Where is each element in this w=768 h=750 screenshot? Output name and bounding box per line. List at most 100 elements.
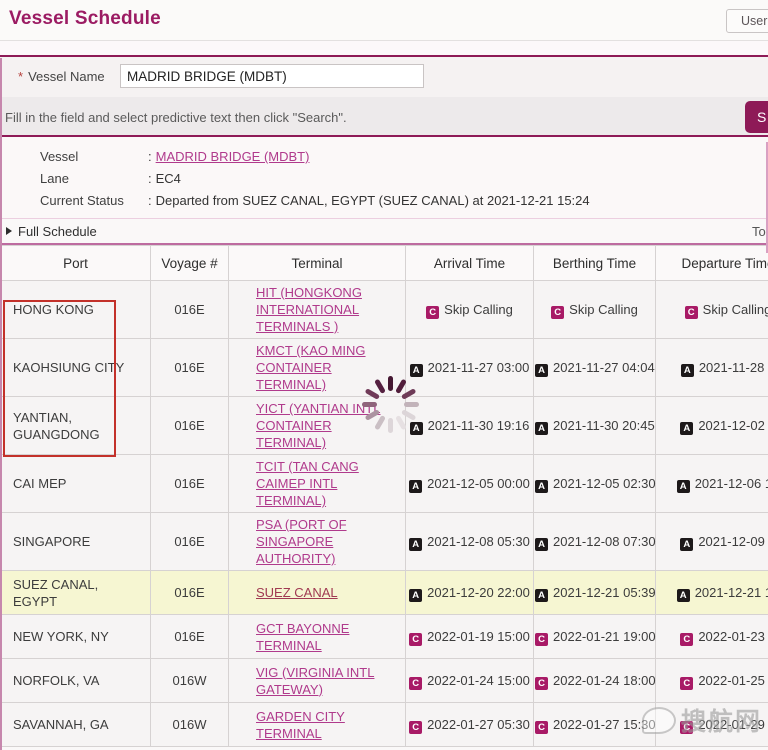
- terminal-link[interactable]: SUEZ CANAL: [256, 585, 338, 600]
- highlight-annotation-box: [3, 300, 116, 457]
- page-title: Vessel Schedule: [9, 8, 161, 30]
- arrival-time-cell: A2021-12-05 00:00: [406, 455, 534, 513]
- badge-c-icon: C: [551, 306, 564, 319]
- badge-c-icon: C: [680, 677, 693, 690]
- terminal-link[interactable]: GARDEN CITY TERMINAL: [256, 709, 345, 741]
- berthing-time-value: 2022-01-24 18:00: [553, 673, 656, 688]
- terminal-cell: SUEZ CANAL: [229, 571, 406, 615]
- departure-time-value: 2021-12-21 15: [695, 585, 768, 600]
- arrival-time-value: 2022-01-19 15:00: [427, 629, 530, 644]
- terminal-cell: GARDEN CITY TERMINAL: [229, 703, 406, 747]
- header-divider-band: [0, 41, 768, 57]
- table-row: SUEZ CANAL, EGYPT016E SUEZ CANAL A 2021-12-…: [1, 571, 768, 615]
- vessel-link[interactable]: MADRID BRIDGE (MDBT): [156, 149, 310, 164]
- departure-time-cell: A2021-12-09 0: [656, 513, 768, 571]
- departure-time-cell: C 2022-01-25 2: [656, 659, 768, 703]
- departure-time-value: 2022-01-25 2: [698, 673, 768, 688]
- berthing-time-cell: C2022-01-21 19:00: [534, 615, 656, 659]
- arrival-time-value: 2021-12-20 22:00: [427, 585, 530, 600]
- badge-c-icon: C: [535, 721, 548, 734]
- terminal-cell: VIG (VIRGINIA INTL GATEWAY): [229, 659, 406, 703]
- terminal-link[interactable]: KMCT (KAO MING CONTAINER TERMINAL): [256, 343, 366, 392]
- berthing-time-value: 2021-12-21 05:39: [553, 585, 656, 600]
- port-cell: SINGAPORE: [1, 513, 151, 571]
- badge-a-icon: A: [680, 538, 693, 551]
- arrival-time-cell: C 2022-01-19 15:00: [406, 615, 534, 659]
- berthing-time-cell: A2021-11-30 20:45: [534, 397, 656, 455]
- full-schedule-bar[interactable]: Full Schedule To: [0, 219, 768, 245]
- required-marker: *: [18, 69, 23, 84]
- berthing-time-value: 2021-12-05 02:30: [553, 476, 656, 491]
- user-button[interactable]: User: [726, 9, 768, 33]
- watermark-logo-icon: [642, 707, 676, 734]
- table-row: NEW YORK, NY016EGCT BAYONNE TERMINALC202…: [1, 615, 768, 659]
- full-schedule-label: Full Schedule: [18, 224, 97, 239]
- badge-c-icon: C: [409, 721, 422, 734]
- current-status-label: Current Status: [40, 190, 148, 212]
- badge-a-icon: A: [535, 364, 548, 377]
- departure-time-cell: A 2021-12-21 15: [656, 571, 768, 615]
- voyage-cell: 016E: [151, 281, 229, 339]
- terminal-link[interactable]: TCIT (TAN CANG CAIMEP INTL TERMINAL): [256, 459, 359, 508]
- lane-info-row: Lane:EC4: [0, 168, 768, 190]
- badge-a-icon: A: [677, 589, 690, 602]
- badge-c-icon: C: [535, 677, 548, 690]
- terminal-link[interactable]: GCT BAYONNE TERMINAL: [256, 621, 349, 653]
- table-row: CAI MEP016ETCIT (TAN CANG CAIMEP INTL TE…: [1, 455, 768, 513]
- expand-arrow-icon: [6, 227, 12, 235]
- berthing-time-cell: C 2022-01-27 15:30: [534, 703, 656, 747]
- berthing-time-cell: A 2021-12-05 02:30: [534, 455, 656, 513]
- terminal-link[interactable]: VIG (VIRGINIA INTL GATEWAY): [256, 665, 374, 697]
- column-header-departure-time: Departure Time: [656, 246, 768, 281]
- column-header-terminal: Terminal: [229, 246, 406, 281]
- voyage-cell: 016E: [151, 397, 229, 455]
- port-cell: SUEZ CANAL, EGYPT: [1, 571, 151, 615]
- departure-time-cell: A2021-11-28 2: [656, 339, 768, 397]
- departure-time-value: 2022-01-23 0: [698, 629, 768, 644]
- terminal-cell: TCIT (TAN CANG CAIMEP INTL TERMINAL): [229, 455, 406, 513]
- terminal-link[interactable]: PSA (PORT OF SINGAPORE AUTHORITY): [256, 517, 347, 566]
- current-status-row: Current Status:Departed from SUEZ CANAL,…: [0, 190, 768, 212]
- berthing-time-cell: A 2021-11-27 04:04: [534, 339, 656, 397]
- arrival-time-cell: C2022-01-24 15:00: [406, 659, 534, 703]
- port-cell: NORFOLK, VA: [1, 659, 151, 703]
- vessel-name-input[interactable]: [120, 64, 424, 88]
- vessel-info-section: Vessel:MADRID BRIDGE (MDBT) Lane:EC4 Cur…: [0, 137, 768, 219]
- departure-time-value: 2021-11-28 2: [699, 360, 768, 375]
- terminal-link[interactable]: HIT (HONGKONG INTERNATIONAL TERMINALS ): [256, 285, 362, 334]
- port-cell: CAI MEP: [1, 455, 151, 513]
- badge-c-icon: C: [409, 633, 422, 646]
- departure-time-cell: A2021-12-06 16: [656, 455, 768, 513]
- departure-time-value: Skip Calling: [703, 302, 768, 317]
- left-edge-line: [0, 58, 2, 750]
- berthing-time-value: 2021-12-08 07:30: [553, 534, 656, 549]
- berthing-time-cell: A 2021-12-21 05:39: [534, 571, 656, 615]
- departure-time-cell: A2021-12-02 2: [656, 397, 768, 455]
- departure-time-cell: CSkip Calling: [656, 281, 768, 339]
- berthing-time-cell: C 2022-01-24 18:00: [534, 659, 656, 703]
- departure-time-cell: C2022-01-23 0: [656, 615, 768, 659]
- column-header-voyage: Voyage #: [151, 246, 229, 281]
- voyage-cell: 016E: [151, 571, 229, 615]
- search-button[interactable]: S: [745, 101, 768, 133]
- berthing-time-value: 2022-01-21 19:00: [553, 629, 656, 644]
- badge-a-icon: A: [535, 480, 548, 493]
- column-header-port: Port: [1, 246, 151, 281]
- badge-a-icon: A: [535, 422, 548, 435]
- voyage-cell: 016E: [151, 339, 229, 397]
- table-row: SINGAPORE016EPSA (PORT OF SINGAPORE AUTH…: [1, 513, 768, 571]
- souhang-watermark: 搜航网: [642, 702, 762, 738]
- badge-a-icon: A: [535, 589, 548, 602]
- arrival-time-cell: A 2021-12-20 22:00: [406, 571, 534, 615]
- arrival-time-cell: C 2022-01-27 05:30: [406, 703, 534, 747]
- arrival-time-value: 2022-01-27 05:30: [427, 717, 530, 732]
- table-row: NORFOLK, VA016WVIG (VIRGINIA INTL GATEWA…: [1, 659, 768, 703]
- badge-a-icon: A: [409, 589, 422, 602]
- vessel-info-row: Vessel:MADRID BRIDGE (MDBT): [0, 146, 768, 168]
- separator: :: [148, 193, 152, 208]
- berthing-time-value: 2022-01-27 15:30: [553, 717, 656, 732]
- terminal-cell: GCT BAYONNE TERMINAL: [229, 615, 406, 659]
- port-cell: NEW YORK, NY: [1, 615, 151, 659]
- vessel-name-label: *Vessel Name: [18, 69, 105, 84]
- berthing-time-value: 2021-11-27 04:04: [553, 360, 655, 375]
